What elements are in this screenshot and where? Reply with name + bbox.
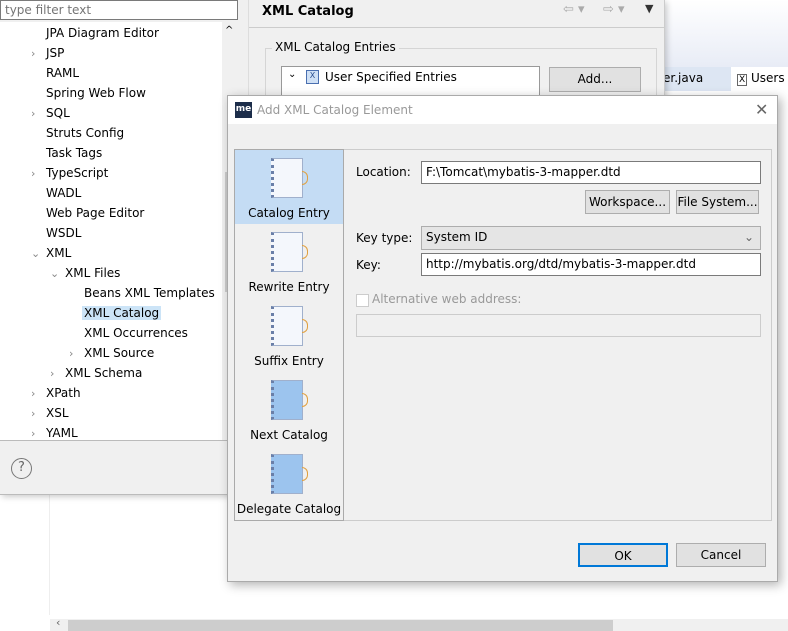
tree-item[interactable]: RAML bbox=[46, 66, 79, 80]
key-label: Key: bbox=[356, 258, 381, 272]
tree-item[interactable]: JSP bbox=[46, 46, 64, 60]
chevron-down-icon[interactable]: ⌄ bbox=[31, 247, 40, 260]
alt-web-input[interactable] bbox=[356, 314, 761, 337]
side-item-delegate-catalog[interactable]: Delegate Catalog bbox=[235, 446, 343, 520]
help-icon[interactable]: ? bbox=[11, 458, 32, 479]
tree-item[interactable]: TypeScript bbox=[46, 166, 108, 180]
tree-item[interactable]: XML Files bbox=[65, 266, 120, 280]
suffix-entry-icon bbox=[271, 306, 308, 346]
help-area bbox=[0, 440, 238, 495]
tree-item[interactable]: JPA Diagram Editor bbox=[46, 26, 159, 40]
side-item-label: Delegate Catalog bbox=[236, 502, 342, 516]
location-input[interactable]: F:\Tomcat\mybatis-3-mapper.dtd bbox=[421, 161, 761, 184]
chevron-down-icon[interactable]: ⌄ bbox=[50, 267, 59, 280]
filter-input[interactable] bbox=[0, 0, 238, 20]
chevron-right-icon[interactable]: › bbox=[31, 427, 35, 440]
workspace-button[interactable]: Workspace... bbox=[585, 190, 670, 214]
chevron-right-icon[interactable]: › bbox=[31, 107, 35, 120]
side-item-catalog-entry[interactable]: Catalog Entry bbox=[235, 150, 343, 224]
tree-item[interactable]: Beans XML Templates bbox=[84, 286, 215, 300]
key-type-value: System ID bbox=[426, 230, 488, 244]
key-type-select[interactable]: System ID ⌄ bbox=[421, 226, 761, 250]
editor-tab-active[interactable]: X Users bbox=[733, 67, 788, 91]
horizontal-scrollbar[interactable]: ‹ bbox=[50, 616, 788, 631]
delegate-catalog-icon bbox=[271, 454, 308, 494]
tree-item[interactable]: XSL bbox=[46, 406, 69, 420]
back-icon[interactable]: ⇦ ▾ bbox=[563, 2, 585, 17]
group-label: XML Catalog Entries bbox=[272, 40, 399, 54]
chevron-down-icon[interactable]: ⌄ bbox=[288, 69, 296, 80]
ok-button[interactable]: OK bbox=[578, 543, 668, 567]
add-button[interactable]: Add... bbox=[549, 67, 641, 92]
tree-item[interactable]: SQL bbox=[46, 106, 70, 120]
title-separator bbox=[249, 27, 665, 28]
tab-label: er.java bbox=[663, 71, 704, 85]
tree-item[interactable]: Spring Web Flow bbox=[46, 86, 146, 100]
chevron-right-icon[interactable]: › bbox=[69, 347, 73, 360]
tree-item[interactable]: Task Tags bbox=[46, 146, 102, 160]
add-catalog-dialog: me Add XML Catalog Element ✕ Catalog Ent… bbox=[227, 95, 778, 582]
tree-item[interactable]: YAML bbox=[46, 426, 78, 440]
page-title: XML Catalog bbox=[262, 4, 354, 19]
close-icon[interactable]: ✕ bbox=[755, 100, 768, 119]
tree-item[interactable]: XML Catalog bbox=[82, 306, 162, 320]
side-item-suffix-entry[interactable]: Suffix Entry bbox=[235, 298, 343, 372]
preferences-tree: JPA Diagram Editor › JSP RAML Spring Web Flo… bbox=[0, 22, 238, 440]
side-item-label: Catalog Entry bbox=[248, 206, 330, 220]
chevron-right-icon[interactable]: › bbox=[50, 367, 54, 380]
app-logo: me bbox=[235, 102, 252, 118]
element-type-list: Catalog Entry Rewrite Entry Suffix Entry… bbox=[234, 149, 344, 521]
xml-file-icon: X bbox=[737, 74, 748, 86]
tree-item[interactable]: WADL bbox=[46, 186, 81, 200]
file-system-button[interactable]: File System... bbox=[676, 190, 759, 214]
tree-item[interactable]: WSDL bbox=[46, 226, 81, 240]
catalog-icon: X bbox=[306, 70, 319, 84]
element-form: Location: F:\Tomcat\mybatis-3-mapper.dtd… bbox=[344, 149, 772, 521]
chevron-right-icon[interactable]: › bbox=[31, 47, 35, 60]
side-item-rewrite-entry[interactable]: Rewrite Entry bbox=[235, 224, 343, 298]
alt-web-label: Alternative web address: bbox=[372, 292, 522, 306]
chevron-down-icon: ⌄ bbox=[743, 230, 754, 244]
view-menu-icon[interactable]: ▼ bbox=[645, 2, 653, 15]
side-item-label: Next Catalog bbox=[250, 428, 328, 442]
editor-gutter bbox=[18, 495, 50, 615]
rewrite-entry-icon bbox=[271, 232, 308, 272]
location-label: Location: bbox=[356, 165, 411, 179]
tree-item[interactable]: XML bbox=[46, 246, 71, 260]
tab-label: Users bbox=[751, 71, 785, 85]
tree-item[interactable]: Struts Config bbox=[46, 126, 124, 140]
key-type-label: Key type: bbox=[356, 231, 413, 245]
dialog-title: Add XML Catalog Element bbox=[257, 103, 413, 117]
side-item-label: Suffix Entry bbox=[254, 354, 324, 368]
tree-item[interactable]: XPath bbox=[46, 386, 81, 400]
tree-item[interactable]: Web Page Editor bbox=[46, 206, 144, 220]
side-item-label: Rewrite Entry bbox=[248, 280, 330, 294]
next-catalog-icon bbox=[271, 380, 308, 420]
chevron-right-icon[interactable]: › bbox=[31, 167, 35, 180]
entries-root[interactable]: User Specified Entries bbox=[325, 70, 457, 84]
chevron-right-icon[interactable]: › bbox=[31, 407, 35, 420]
editor-header bbox=[665, 0, 788, 67]
key-input[interactable]: http://mybatis.org/dtd/mybatis-3-mapper.… bbox=[421, 253, 761, 276]
tree-item[interactable]: XML Source bbox=[84, 346, 154, 360]
cancel-button[interactable]: Cancel bbox=[676, 543, 766, 567]
chevron-right-icon[interactable]: › bbox=[31, 387, 35, 400]
catalog-entry-icon bbox=[271, 158, 308, 198]
tree-item[interactable]: XML Schema bbox=[65, 366, 142, 380]
forward-icon[interactable]: ⇨ ▾ bbox=[603, 2, 625, 17]
tree-item[interactable]: XML Occurrences bbox=[84, 326, 188, 340]
alt-web-checkbox[interactable] bbox=[356, 294, 369, 307]
side-item-next-catalog[interactable]: Next Catalog bbox=[235, 372, 343, 446]
editor-tab[interactable]: er.java bbox=[655, 67, 731, 91]
